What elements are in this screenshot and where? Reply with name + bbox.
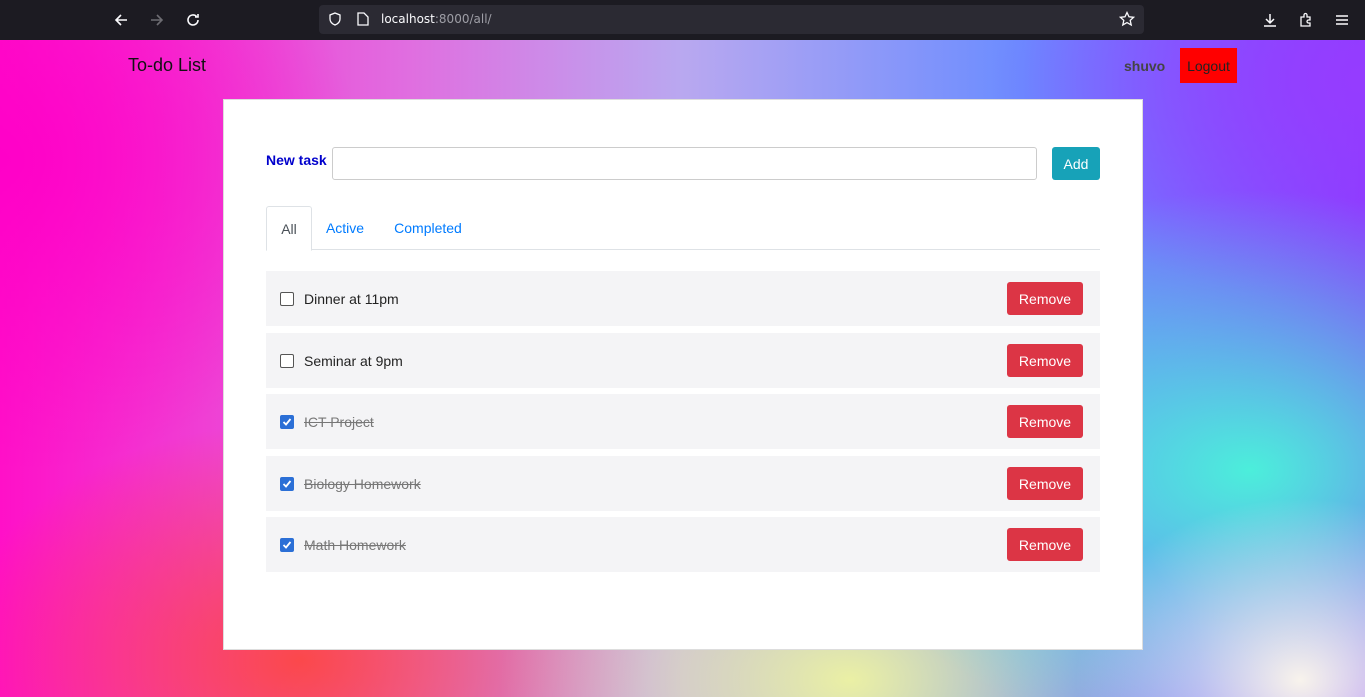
url-bar[interactable]: localhost:8000/all/: [319, 5, 1144, 34]
tab-active[interactable]: Active: [318, 206, 372, 250]
remove-button[interactable]: Remove: [1007, 344, 1083, 377]
checkmark-icon: [282, 418, 292, 426]
todo-checkbox[interactable]: [280, 415, 294, 429]
list-item: Dinner at 11pm Remove: [266, 271, 1100, 326]
todo-checkbox[interactable]: [280, 354, 294, 368]
forward-icon[interactable]: [145, 8, 169, 32]
checkmark-icon: [282, 541, 292, 549]
todo-text: Math Homework: [304, 537, 406, 553]
tab-completed[interactable]: Completed: [384, 206, 472, 250]
todo-checkbox[interactable]: [280, 477, 294, 491]
remove-button[interactable]: Remove: [1007, 528, 1083, 561]
reload-icon[interactable]: [181, 8, 205, 32]
brand-title[interactable]: To-do List: [128, 55, 206, 76]
downloads-icon[interactable]: [1258, 8, 1282, 32]
todo-text: Biology Homework: [304, 476, 421, 492]
todo-text: Dinner at 11pm: [304, 291, 399, 307]
todo-text: Seminar at 9pm: [304, 353, 403, 369]
new-task-label: New task: [266, 152, 327, 168]
filter-tabs: All Active Completed: [266, 206, 1100, 251]
logout-button[interactable]: Logout: [1180, 48, 1237, 83]
todo-text: ICT Project: [304, 414, 374, 430]
list-item: Biology Homework Remove: [266, 456, 1100, 511]
list-item: ICT Project Remove: [266, 394, 1100, 449]
todo-card: New task Add All Active Completed Dinner…: [223, 99, 1143, 650]
shield-icon[interactable]: [327, 11, 343, 27]
url-text: localhost:8000/all/: [381, 12, 492, 26]
checkmark-icon: [282, 480, 292, 488]
list-item: Seminar at 9pm Remove: [266, 333, 1100, 388]
todo-checkbox[interactable]: [280, 538, 294, 552]
page-icon[interactable]: [355, 11, 371, 27]
menu-icon[interactable]: [1330, 8, 1354, 32]
remove-button[interactable]: Remove: [1007, 467, 1083, 500]
add-button[interactable]: Add: [1052, 147, 1100, 180]
remove-button[interactable]: Remove: [1007, 282, 1083, 315]
navbar: To-do List shuvo Logout: [0, 40, 1365, 91]
new-task-input[interactable]: [332, 147, 1037, 180]
todo-checkbox[interactable]: [280, 292, 294, 306]
list-item: Math Homework Remove: [266, 517, 1100, 572]
page-background: To-do List shuvo Logout New task Add All…: [0, 40, 1365, 697]
tab-all[interactable]: All: [266, 206, 312, 251]
bookmark-star-icon[interactable]: [1119, 11, 1135, 27]
username: shuvo: [1124, 58, 1166, 74]
browser-toolbar: localhost:8000/all/: [0, 0, 1365, 40]
remove-button[interactable]: Remove: [1007, 405, 1083, 438]
extensions-icon[interactable]: [1294, 8, 1318, 32]
back-icon[interactable]: [109, 8, 133, 32]
